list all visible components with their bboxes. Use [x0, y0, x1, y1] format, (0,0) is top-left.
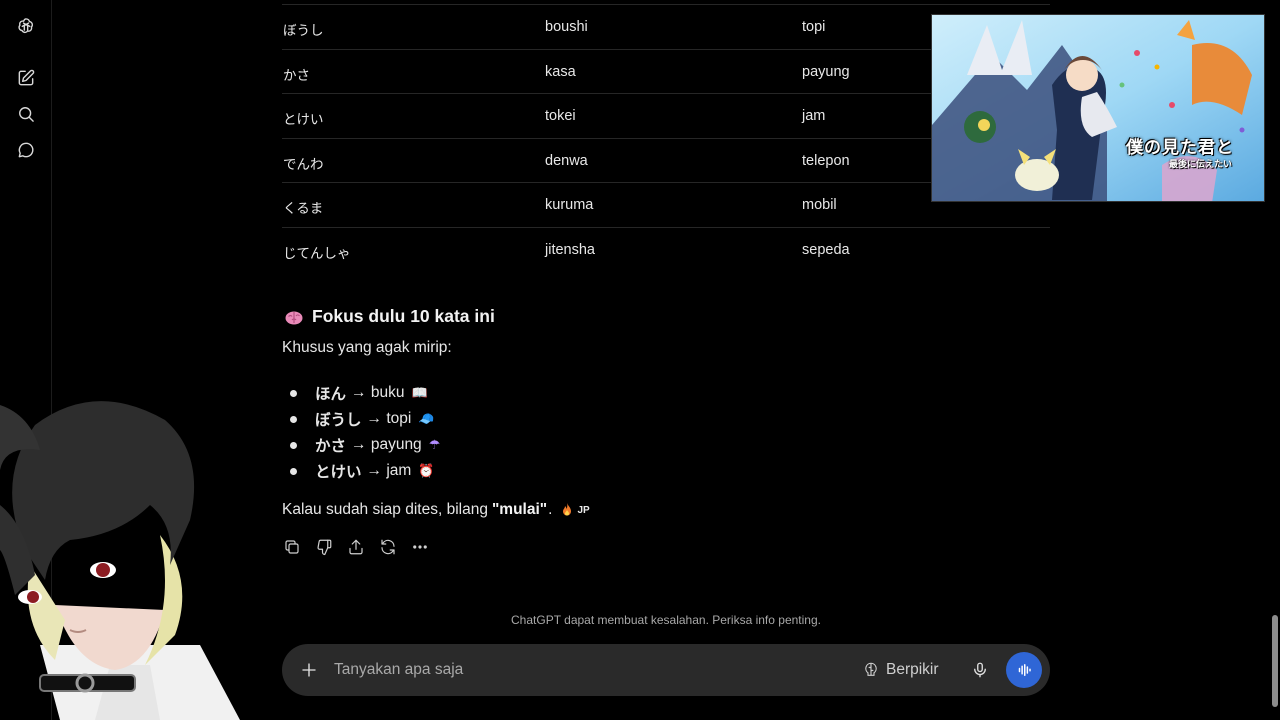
closing-prefix: Kalau sudah siap dites, bilang	[282, 501, 488, 518]
bullet-dot	[290, 441, 297, 449]
streamer-avatar	[0, 401, 240, 720]
closing-keyword: "mulai"	[491, 501, 548, 518]
thumbs-down-icon[interactable]	[314, 536, 334, 558]
list-item: かさ → payung ☂	[290, 432, 440, 458]
fire-icon	[563, 503, 572, 516]
anime-artwork	[932, 15, 1264, 201]
cell-romaji: jitensha	[545, 241, 595, 258]
item-japanese: かさ	[315, 437, 347, 455]
alarm-clock-icon: ⏰	[418, 463, 435, 479]
bullet-dot	[290, 389, 297, 397]
item-meaning: payung	[370, 436, 422, 453]
cell-meaning: jam	[802, 108, 826, 125]
new-chat-icon[interactable]	[13, 65, 39, 91]
cell-meaning: telepon	[802, 152, 850, 169]
item-meaning: jam	[386, 462, 412, 479]
cell-meaning: topi	[802, 19, 826, 35]
cell-romaji: denwa	[545, 152, 588, 169]
video-subtitle: 最後に伝えたい	[1168, 160, 1232, 170]
cap-icon: 🧢	[418, 411, 435, 427]
think-toggle-button[interactable]: Berpikir	[862, 658, 939, 682]
scrollbar-thumb[interactable]	[1272, 615, 1278, 707]
attach-plus-icon[interactable]	[296, 657, 322, 683]
cell-japanese: かさ	[283, 67, 310, 84]
item-japanese: とけい	[315, 463, 362, 481]
item-meaning: topi	[386, 410, 412, 427]
video-thumbnail: 僕の見た君と 最後に伝えたい	[931, 14, 1265, 202]
focus-heading: Fokus dulu 10 kata ini	[284, 306, 495, 327]
cell-romaji: boushi	[545, 19, 588, 35]
umbrella-icon: ☂	[428, 437, 441, 453]
focus-intro: Khusus yang agak mirip:	[282, 339, 452, 356]
copy-icon[interactable]	[282, 536, 302, 558]
more-icon[interactable]	[410, 536, 430, 558]
search-icon[interactable]	[13, 101, 39, 127]
cell-japanese: とけい	[283, 112, 324, 129]
cell-japanese: ぼうし	[283, 23, 324, 39]
focus-list: ほん → buku 📖 ぼうし → topi 🧢 かさ → payung ☂ と…	[290, 380, 440, 484]
item-meaning: buku	[370, 384, 405, 401]
voice-mode-button[interactable]	[1006, 652, 1042, 688]
book-icon: 📖	[411, 385, 428, 401]
list-item: ほん → buku 📖	[290, 380, 440, 406]
chat-bubble-icon[interactable]	[13, 137, 39, 163]
cell-japanese: くるま	[283, 201, 324, 218]
bullet-dot	[290, 467, 297, 475]
cell-japanese: でんわ	[283, 156, 324, 173]
jp-flag-badge: JP	[577, 504, 590, 516]
closing-line: Kalau sudah siap dites, bilang "mulai" .…	[282, 501, 590, 519]
brain-icon	[285, 311, 303, 324]
cell-romaji: kuruma	[545, 197, 594, 214]
video-title: 僕の見た君と	[1126, 138, 1234, 158]
item-japanese: ほん	[315, 385, 347, 403]
item-arrow: →	[351, 384, 367, 401]
prompt-composer: Berpikir	[282, 644, 1050, 696]
cell-meaning: payung	[802, 63, 850, 80]
message-actions	[282, 536, 430, 558]
cell-meaning: sepeda	[802, 241, 850, 258]
share-icon[interactable]	[346, 536, 366, 558]
openai-logo-icon[interactable]	[13, 13, 39, 39]
item-arrow: →	[351, 436, 367, 453]
microphone-icon[interactable]	[968, 658, 992, 682]
lightbulb-brain-icon	[865, 662, 877, 676]
prompt-input[interactable]	[334, 657, 834, 683]
bullet-dot	[290, 415, 297, 423]
cell-japanese: じてんしゃ	[283, 245, 351, 262]
list-item: ぼうし → topi 🧢	[290, 406, 440, 432]
list-item: とけい → jam ⏰	[290, 458, 440, 484]
think-label: Berpikir	[886, 661, 939, 678]
item-arrow: →	[366, 410, 383, 427]
waveform-icon	[1018, 664, 1031, 676]
closing-suffix: .	[548, 501, 553, 518]
regenerate-icon[interactable]	[378, 536, 398, 558]
cell-meaning: mobil	[802, 197, 837, 214]
focus-title-text: Fokus dulu 10 kata ini	[312, 306, 495, 326]
cell-romaji: kasa	[545, 63, 576, 80]
table-row: じてんしゃ jitensha sepeda	[282, 226, 1050, 272]
item-arrow: →	[366, 462, 383, 479]
item-japanese: ぼうし	[315, 411, 362, 429]
cell-romaji: tokei	[545, 108, 576, 125]
